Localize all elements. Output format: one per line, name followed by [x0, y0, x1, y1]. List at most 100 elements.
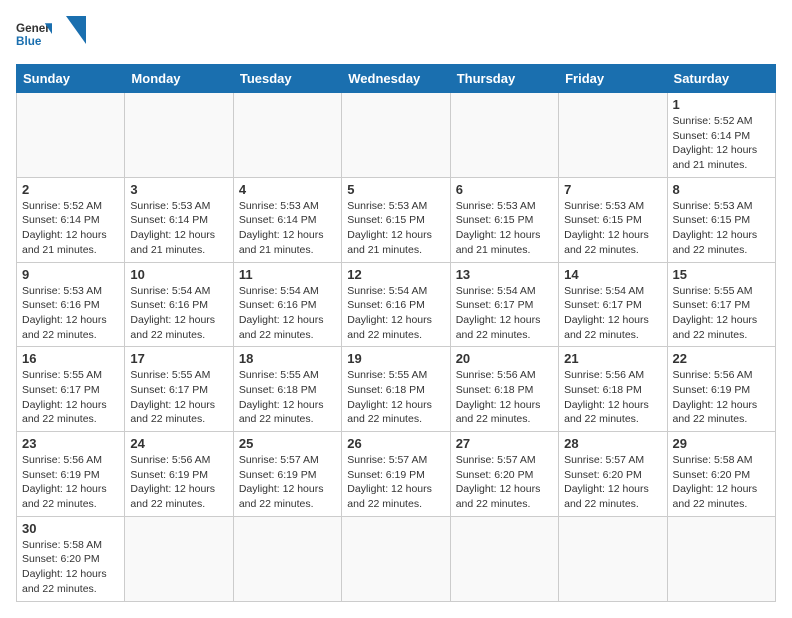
calendar-cell: 27 Sunrise: 5:57 AM Sunset: 6:20 PM Dayli…	[450, 432, 558, 517]
calendar-cell	[233, 516, 341, 601]
calendar-cell: 6 Sunrise: 5:53 AM Sunset: 6:15 PM Daylig…	[450, 177, 558, 262]
day-number: 26	[347, 436, 444, 451]
header: General Blue	[16, 16, 776, 52]
day-number: 17	[130, 351, 227, 366]
day-info: Sunrise: 5:53 AM Sunset: 6:15 PM Dayligh…	[564, 199, 661, 258]
day-info: Sunrise: 5:55 AM Sunset: 6:17 PM Dayligh…	[673, 284, 770, 343]
calendar-cell: 9 Sunrise: 5:53 AM Sunset: 6:16 PM Daylig…	[17, 262, 125, 347]
calendar-cell: 2Sunrise: 5:52 AM Sunset: 6:14 PM Daylig…	[17, 177, 125, 262]
calendar-cell: 4 Sunrise: 5:53 AM Sunset: 6:14 PM Daylig…	[233, 177, 341, 262]
calendar-cell: 3 Sunrise: 5:53 AM Sunset: 6:14 PM Daylig…	[125, 177, 233, 262]
calendar-cell: 26 Sunrise: 5:57 AM Sunset: 6:19 PM Dayli…	[342, 432, 450, 517]
day-info: Sunrise: 5:56 AM Sunset: 6:18 PM Dayligh…	[456, 368, 553, 427]
day-number: 3	[130, 182, 227, 197]
calendar-cell: 30 Sunrise: 5:58 AM Sunset: 6:20 PM Dayli…	[17, 516, 125, 601]
calendar-cell: 28Sunrise: 5:57 AM Sunset: 6:20 PM Dayli…	[559, 432, 667, 517]
day-info: Sunrise: 5:56 AM Sunset: 6:19 PM Dayligh…	[22, 453, 119, 512]
calendar-cell	[667, 516, 775, 601]
calendar-cell	[125, 516, 233, 601]
calendar-cell: 14Sunrise: 5:54 AM Sunset: 6:17 PM Dayli…	[559, 262, 667, 347]
day-info: Sunrise: 5:54 AM Sunset: 6:17 PM Dayligh…	[564, 284, 661, 343]
calendar-cell: 16 Sunrise: 5:55 AM Sunset: 6:17 PM Dayli…	[17, 347, 125, 432]
day-number: 9	[22, 267, 119, 282]
calendar-cell: 8 Sunrise: 5:53 AM Sunset: 6:15 PM Daylig…	[667, 177, 775, 262]
day-info: Sunrise: 5:55 AM Sunset: 6:17 PM Dayligh…	[22, 368, 119, 427]
day-number: 15	[673, 267, 770, 282]
calendar-cell	[125, 93, 233, 178]
header-thursday: Thursday	[450, 65, 558, 93]
day-info: Sunrise: 5:52 AM Sunset: 6:14 PM Dayligh…	[22, 199, 119, 258]
day-info: Sunrise: 5:57 AM Sunset: 6:20 PM Dayligh…	[456, 453, 553, 512]
day-info: Sunrise: 5:55 AM Sunset: 6:18 PM Dayligh…	[239, 368, 336, 427]
calendar-cell	[450, 93, 558, 178]
calendar-cell	[17, 93, 125, 178]
day-info: Sunrise: 5:53 AM Sunset: 6:15 PM Dayligh…	[673, 199, 770, 258]
day-info: Sunrise: 5:53 AM Sunset: 6:16 PM Dayligh…	[22, 284, 119, 343]
day-number: 8	[673, 182, 770, 197]
day-number: 27	[456, 436, 553, 451]
day-number: 12	[347, 267, 444, 282]
day-number: 7	[564, 182, 661, 197]
day-info: Sunrise: 5:53 AM Sunset: 6:14 PM Dayligh…	[130, 199, 227, 258]
day-info: Sunrise: 5:53 AM Sunset: 6:15 PM Dayligh…	[347, 199, 444, 258]
header-monday: Monday	[125, 65, 233, 93]
logo-triangle-icon	[66, 16, 86, 44]
calendar-cell: 23 Sunrise: 5:56 AM Sunset: 6:19 PM Dayli…	[17, 432, 125, 517]
day-number: 1	[673, 97, 770, 112]
calendar-cell: 18 Sunrise: 5:55 AM Sunset: 6:18 PM Dayli…	[233, 347, 341, 432]
header-sunday: Sunday	[17, 65, 125, 93]
day-info: Sunrise: 5:58 AM Sunset: 6:20 PM Dayligh…	[22, 538, 119, 597]
header-saturday: Saturday	[667, 65, 775, 93]
logo-icon: General Blue	[16, 16, 52, 52]
day-info: Sunrise: 5:53 AM Sunset: 6:15 PM Dayligh…	[456, 199, 553, 258]
day-info: Sunrise: 5:57 AM Sunset: 6:19 PM Dayligh…	[347, 453, 444, 512]
header-tuesday: Tuesday	[233, 65, 341, 93]
calendar-cell: 24 Sunrise: 5:56 AM Sunset: 6:19 PM Dayli…	[125, 432, 233, 517]
day-info: Sunrise: 5:54 AM Sunset: 6:17 PM Dayligh…	[456, 284, 553, 343]
calendar-cell: 20 Sunrise: 5:56 AM Sunset: 6:18 PM Dayli…	[450, 347, 558, 432]
day-info: Sunrise: 5:54 AM Sunset: 6:16 PM Dayligh…	[239, 284, 336, 343]
calendar-cell: 11Sunrise: 5:54 AM Sunset: 6:16 PM Dayli…	[233, 262, 341, 347]
day-info: Sunrise: 5:58 AM Sunset: 6:20 PM Dayligh…	[673, 453, 770, 512]
calendar-cell	[342, 93, 450, 178]
day-info: Sunrise: 5:54 AM Sunset: 6:16 PM Dayligh…	[347, 284, 444, 343]
day-info: Sunrise: 5:55 AM Sunset: 6:17 PM Dayligh…	[130, 368, 227, 427]
day-number: 23	[22, 436, 119, 451]
calendar-cell: 10Sunrise: 5:54 AM Sunset: 6:16 PM Dayli…	[125, 262, 233, 347]
day-info: Sunrise: 5:52 AM Sunset: 6:14 PM Dayligh…	[673, 114, 770, 173]
day-info: Sunrise: 5:55 AM Sunset: 6:18 PM Dayligh…	[347, 368, 444, 427]
day-number: 5	[347, 182, 444, 197]
day-number: 28	[564, 436, 661, 451]
calendar-cell: 19 Sunrise: 5:55 AM Sunset: 6:18 PM Dayli…	[342, 347, 450, 432]
day-info: Sunrise: 5:56 AM Sunset: 6:19 PM Dayligh…	[130, 453, 227, 512]
logo: General Blue	[16, 16, 86, 52]
calendar-cell: 17 Sunrise: 5:55 AM Sunset: 6:17 PM Dayli…	[125, 347, 233, 432]
calendar-table: SundayMondayTuesdayWednesdayThursdayFrid…	[16, 64, 776, 602]
day-info: Sunrise: 5:57 AM Sunset: 6:19 PM Dayligh…	[239, 453, 336, 512]
day-number: 18	[239, 351, 336, 366]
calendar-cell	[559, 516, 667, 601]
calendar-header-row: SundayMondayTuesdayWednesdayThursdayFrid…	[17, 65, 776, 93]
day-number: 30	[22, 521, 119, 536]
calendar-cell: 5 Sunrise: 5:53 AM Sunset: 6:15 PM Daylig…	[342, 177, 450, 262]
calendar-cell: 7 Sunrise: 5:53 AM Sunset: 6:15 PM Daylig…	[559, 177, 667, 262]
calendar-cell: 15 Sunrise: 5:55 AM Sunset: 6:17 PM Dayli…	[667, 262, 775, 347]
day-number: 22	[673, 351, 770, 366]
day-number: 6	[456, 182, 553, 197]
day-number: 16	[22, 351, 119, 366]
day-info: Sunrise: 5:54 AM Sunset: 6:16 PM Dayligh…	[130, 284, 227, 343]
day-info: Sunrise: 5:56 AM Sunset: 6:18 PM Dayligh…	[564, 368, 661, 427]
day-info: Sunrise: 5:53 AM Sunset: 6:14 PM Dayligh…	[239, 199, 336, 258]
calendar-cell	[342, 516, 450, 601]
day-number: 20	[456, 351, 553, 366]
day-number: 24	[130, 436, 227, 451]
calendar-cell: 12 Sunrise: 5:54 AM Sunset: 6:16 PM Dayli…	[342, 262, 450, 347]
day-number: 4	[239, 182, 336, 197]
day-number: 19	[347, 351, 444, 366]
calendar-cell: 29 Sunrise: 5:58 AM Sunset: 6:20 PM Dayli…	[667, 432, 775, 517]
calendar-cell: 22Sunrise: 5:56 AM Sunset: 6:19 PM Dayli…	[667, 347, 775, 432]
calendar-cell: 1 Sunrise: 5:52 AM Sunset: 6:14 PM Daylig…	[667, 93, 775, 178]
day-number: 29	[673, 436, 770, 451]
calendar-cell	[559, 93, 667, 178]
calendar-cell: 25Sunrise: 5:57 AM Sunset: 6:19 PM Dayli…	[233, 432, 341, 517]
